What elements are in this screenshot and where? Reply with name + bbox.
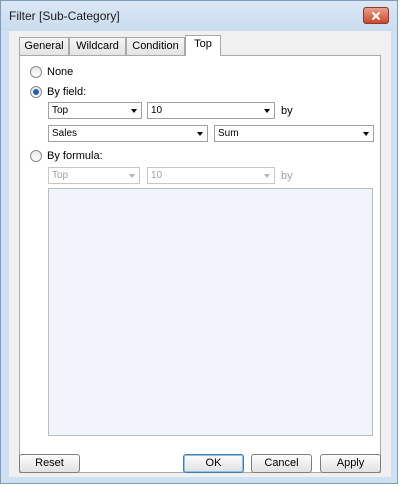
by-formula-label: By formula:: [47, 150, 103, 162]
filter-dialog: Filter [Sub-Category] General Wildcard C…: [0, 0, 398, 484]
chevron-down-icon: [197, 132, 203, 136]
tab-condition[interactable]: Condition: [126, 37, 185, 55]
aggregation-select[interactable]: Sum: [214, 125, 374, 142]
reset-button[interactable]: Reset: [19, 454, 80, 473]
field-count-select[interactable]: 10: [147, 102, 275, 119]
chevron-down-icon: [131, 109, 137, 113]
tab-wildcard[interactable]: Wildcard: [69, 37, 126, 55]
field-by-label: by: [281, 105, 293, 117]
formula-by-label: by: [281, 170, 293, 182]
chevron-down-icon: [264, 109, 270, 113]
close-icon[interactable]: [363, 7, 389, 24]
title-bar[interactable]: Filter [Sub-Category]: [1, 1, 397, 31]
window-title: Filter [Sub-Category]: [9, 9, 120, 23]
formula-direction-select: Top: [48, 167, 140, 184]
formula-editor: [48, 188, 373, 436]
ok-button[interactable]: OK: [183, 454, 244, 473]
aggregation-value: Sum: [218, 128, 239, 139]
chevron-down-icon: [363, 132, 369, 136]
ok-button-label: OK: [205, 457, 222, 469]
field-name-select[interactable]: Sales: [48, 125, 208, 142]
apply-button-label: Apply: [336, 457, 365, 469]
formula-count-value: 10: [151, 170, 163, 181]
tab-top[interactable]: Top: [185, 35, 221, 56]
formula-direction-value: Top: [52, 170, 69, 181]
formula-count-select: 10: [147, 167, 275, 184]
chevron-down-icon: [264, 174, 270, 178]
chevron-down-icon: [129, 174, 135, 178]
none-label: None: [47, 66, 74, 78]
top-tab-panel: None By field: Top 10 by Sales Sum By fo…: [19, 55, 381, 473]
cancel-button-label: Cancel: [264, 457, 299, 469]
by-field-radio[interactable]: [30, 86, 42, 98]
field-direction-value: Top: [52, 105, 69, 116]
by-field-label: By field:: [47, 86, 87, 98]
tab-condition-label: Condition: [132, 40, 179, 52]
apply-button[interactable]: Apply: [320, 454, 381, 473]
reset-button-label: Reset: [35, 457, 64, 469]
field-count-value: 10: [151, 105, 163, 116]
tab-general[interactable]: General: [19, 37, 69, 55]
by-formula-radio[interactable]: [30, 150, 42, 162]
tab-general-label: General: [24, 40, 64, 52]
none-radio[interactable]: [30, 66, 42, 78]
field-name-value: Sales: [52, 128, 78, 139]
field-direction-select[interactable]: Top: [48, 102, 142, 119]
tab-top-label: Top: [194, 38, 212, 50]
tab-wildcard-label: Wildcard: [76, 40, 119, 52]
cancel-button[interactable]: Cancel: [251, 454, 312, 473]
dialog-body: General Wildcard Condition Top None By f…: [9, 31, 391, 477]
